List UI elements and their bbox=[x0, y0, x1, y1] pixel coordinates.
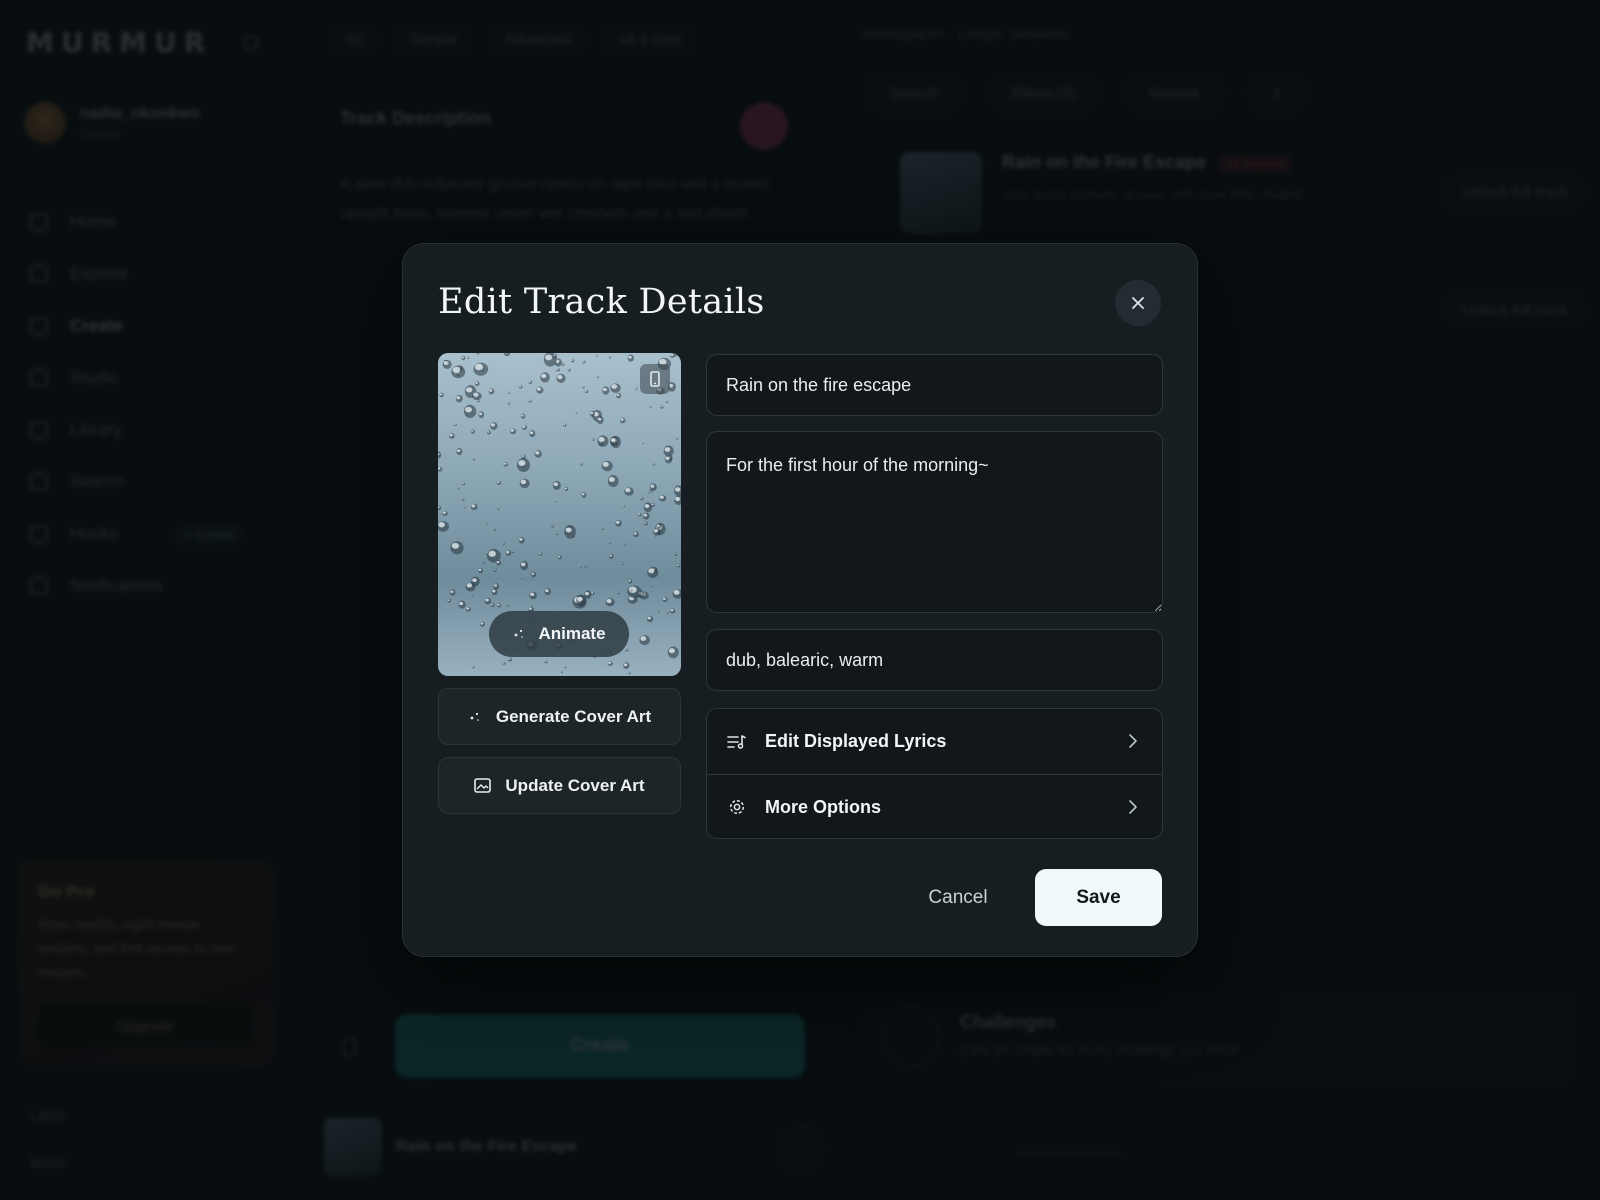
update-cover-art-label: Update Cover Art bbox=[505, 775, 645, 795]
more-options-label: More Options bbox=[765, 796, 881, 817]
close-icon bbox=[1132, 297, 1144, 309]
image-icon bbox=[474, 778, 492, 793]
chevron-right-icon bbox=[1129, 734, 1137, 748]
animate-label: Animate bbox=[538, 624, 606, 643]
options-menu: Edit Displayed Lyrics More Options bbox=[706, 708, 1163, 839]
animate-button[interactable]: Animate bbox=[489, 611, 629, 657]
track-tags-input[interactable] bbox=[706, 629, 1163, 691]
phone-icon bbox=[650, 371, 660, 387]
save-button[interactable]: Save bbox=[1035, 869, 1162, 926]
cover-art[interactable]: Animate bbox=[438, 353, 681, 676]
generate-cover-art-button[interactable]: Generate Cover Art bbox=[438, 688, 681, 745]
sparkle-icon bbox=[515, 629, 524, 638]
modal-title: Edit Track Details bbox=[438, 282, 765, 322]
update-cover-art-button[interactable]: Update Cover Art bbox=[438, 757, 681, 814]
generate-cover-art-label: Generate Cover Art bbox=[495, 706, 652, 726]
edit-displayed-lyrics-button[interactable]: Edit Displayed Lyrics bbox=[707, 709, 1162, 774]
phone-preview-button[interactable] bbox=[640, 364, 670, 394]
lyrics-icon bbox=[727, 732, 747, 752]
track-description-input[interactable] bbox=[706, 431, 1163, 613]
more-options-button[interactable]: More Options bbox=[707, 774, 1162, 838]
gear-icon bbox=[727, 797, 747, 817]
track-title-input[interactable] bbox=[706, 354, 1163, 416]
cancel-button[interactable]: Cancel bbox=[903, 869, 1013, 926]
edit-displayed-lyrics-label: Edit Displayed Lyrics bbox=[765, 731, 947, 751]
close-button[interactable] bbox=[1115, 280, 1161, 326]
sparkle-icon bbox=[470, 712, 479, 721]
chevron-right-icon bbox=[1129, 800, 1137, 814]
edit-track-modal: Edit Track Details Animate Generate Cove… bbox=[402, 243, 1198, 957]
